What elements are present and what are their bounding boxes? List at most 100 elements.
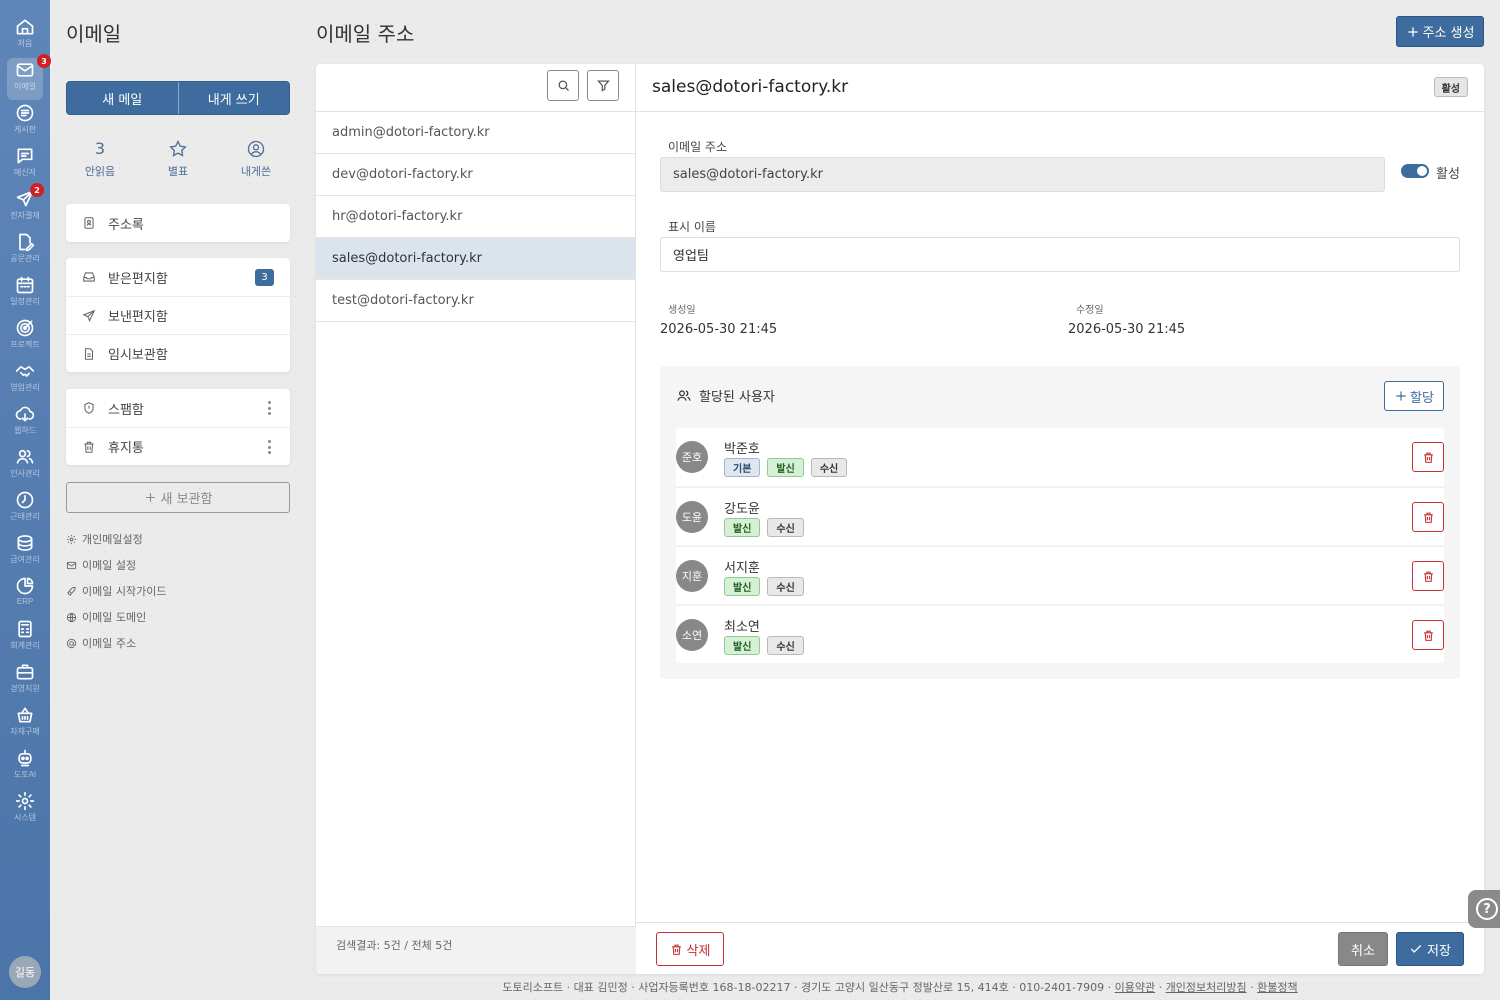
address-list-item[interactable]: sales@dotori-factory.kr xyxy=(316,238,636,280)
assign-user-button[interactable]: 할당 xyxy=(1384,381,1444,411)
delete-button[interactable]: 삭제 xyxy=(656,932,724,966)
rail-label: 인사관리 xyxy=(10,469,40,478)
write-to-self-button[interactable]: 내게 쓰기 xyxy=(177,82,290,114)
address-book-link[interactable]: 주소록 xyxy=(66,204,290,242)
rail-item-3[interactable]: 메신저 xyxy=(0,144,50,186)
rail-item-4[interactable]: 전자결재 2 xyxy=(0,183,50,229)
rail-item-12[interactable]: 급여관리 xyxy=(0,531,50,573)
avatar: 소연 xyxy=(676,619,708,651)
rail-label: 공문관리 xyxy=(10,254,40,263)
unread-filter[interactable]: 3 안읽음 xyxy=(70,138,130,179)
globe-icon xyxy=(66,612,82,623)
cancel-button[interactable]: 취소 xyxy=(1338,932,1388,966)
rail-item-2[interactable]: 게시판 xyxy=(0,101,50,143)
sent-to-self-filter[interactable]: 내게쓴 xyxy=(226,138,286,179)
rail-item-7[interactable]: 프로젝트 xyxy=(0,316,50,358)
new-mail-button[interactable]: 새 메일 xyxy=(67,82,178,114)
refund-link[interactable]: 환불정책 xyxy=(1257,981,1297,994)
modified-date-label: 수정일 xyxy=(1076,305,1104,316)
save-button[interactable]: 저장 xyxy=(1396,932,1464,966)
permission-tag: 수신 xyxy=(767,636,804,655)
send-icon xyxy=(82,309,108,323)
filter-button[interactable] xyxy=(587,70,619,101)
remove-user-button[interactable] xyxy=(1412,502,1444,532)
rail-item-14[interactable]: 회계관리 xyxy=(0,617,50,659)
rail-item-16[interactable]: 자재구매 xyxy=(0,703,50,745)
rail-label: 시스템 xyxy=(13,813,37,822)
terms-link[interactable]: 이용약관 xyxy=(1115,981,1155,994)
help-button[interactable]: ? xyxy=(1468,890,1500,928)
address-book-card: 주소록 xyxy=(66,204,290,242)
link-personal-mail-settings[interactable]: 개인메일설정 xyxy=(66,531,143,547)
remove-user-button[interactable] xyxy=(1412,442,1444,472)
remove-user-button[interactable] xyxy=(1412,561,1444,591)
gear-icon xyxy=(15,789,35,811)
folder-spam[interactable]: 스팸함 xyxy=(66,389,290,427)
unread-count: 3 xyxy=(94,139,106,158)
address-list-item[interactable]: test@dotori-factory.kr xyxy=(316,280,636,322)
coins-icon xyxy=(15,531,35,553)
rail-item-13[interactable]: ERP xyxy=(0,574,50,616)
folder-drafts[interactable]: 임시보관함 xyxy=(66,334,290,372)
address-list-item[interactable]: dev@dotori-factory.kr xyxy=(316,154,636,196)
assign-label: 할당 xyxy=(1410,390,1434,406)
folder-sent[interactable]: 보낸편지함 xyxy=(66,296,290,334)
filter-icon xyxy=(596,78,611,93)
link-email-domain[interactable]: 이메일 도메인 xyxy=(66,609,146,625)
rail-item-10[interactable]: 인사관리 xyxy=(0,445,50,487)
rail-item-11[interactable]: 근태관리 xyxy=(0,488,50,530)
check-icon xyxy=(1409,942,1427,956)
search-button[interactable] xyxy=(547,70,579,101)
rail-item-9[interactable]: 웹하드 xyxy=(0,402,50,444)
starred-filter[interactable]: 별표 xyxy=(148,138,208,179)
privacy-link[interactable]: 개인정보처리방침 xyxy=(1166,981,1247,994)
rail-item-15[interactable]: 경영지원 xyxy=(0,660,50,702)
link-email-start-guide[interactable]: 이메일 시작가이드 xyxy=(66,583,166,599)
link-label: 이메일 도메인 xyxy=(82,611,147,624)
calendar-icon xyxy=(15,273,35,295)
folder-inbox[interactable]: 받은편지함 3 xyxy=(66,258,290,296)
divider xyxy=(636,922,1484,923)
rail-item-5[interactable]: 공문관리 xyxy=(0,230,50,272)
mail-icon xyxy=(15,58,35,80)
address-list-item[interactable]: admin@dotori-factory.kr xyxy=(316,112,636,154)
trash-icon xyxy=(670,943,687,956)
rail-item-6[interactable]: 일정관리 xyxy=(0,273,50,315)
active-toggle[interactable] xyxy=(1401,164,1429,178)
rail-label: 영업관리 xyxy=(10,383,40,392)
status-badge: 활성 xyxy=(1433,77,1468,97)
remove-user-button[interactable] xyxy=(1412,620,1444,650)
permission-tags: 발신 수신 xyxy=(724,636,811,655)
search-icon xyxy=(556,78,571,93)
avatar: 준호 xyxy=(676,441,708,473)
address-list-item[interactable]: hr@dotori-factory.kr xyxy=(316,196,636,238)
rail-item-18[interactable]: 시스템 xyxy=(0,789,50,831)
rail-item-17[interactable]: 도토AI xyxy=(0,746,50,788)
display-name-input[interactable]: 영업팀 xyxy=(660,237,1460,272)
rail-item-8[interactable]: 영업관리 xyxy=(0,359,50,401)
new-folder-button[interactable]: 새 보관함 xyxy=(66,482,290,513)
link-email-address[interactable]: 이메일 주소 xyxy=(66,635,136,651)
inbox-icon xyxy=(82,270,108,284)
created-date-label: 생성일 xyxy=(668,305,696,316)
permission-tag: 발신 xyxy=(724,636,761,655)
folder-trash[interactable]: 휴지통 xyxy=(66,427,290,465)
folder-card: 받은편지함 3 보낸편지함 임시보관함 xyxy=(66,258,290,372)
rail-label: 경영지원 xyxy=(10,684,40,693)
link-email-settings[interactable]: 이메일 설정 xyxy=(66,557,136,573)
folder-label: 스팸함 xyxy=(108,402,144,418)
link-label: 이메일 주소 xyxy=(82,637,137,650)
briefcase-icon xyxy=(15,660,35,682)
permission-tag: 발신 xyxy=(724,518,761,537)
create-address-button[interactable]: 주소 생성 xyxy=(1396,16,1484,47)
folder-label: 받은편지함 xyxy=(108,271,168,287)
permission-tag: 수신 xyxy=(767,518,804,537)
kebab-menu-icon[interactable] xyxy=(268,401,272,415)
target-icon xyxy=(15,316,35,338)
rail-item-1[interactable]: 이메일 3 xyxy=(7,54,51,100)
rail-item-0[interactable]: 처음 xyxy=(0,15,50,57)
app-nav-rail: 처음 이메일 3 게시판 메신저 전자결재 2 공문관리일정관리 프로젝트영업관리웹하드인사관리… xyxy=(0,0,51,1000)
assigned-users-title: 할당된 사용자 xyxy=(699,390,775,405)
kebab-menu-icon[interactable] xyxy=(268,440,272,454)
starred-label: 별표 xyxy=(167,165,189,178)
